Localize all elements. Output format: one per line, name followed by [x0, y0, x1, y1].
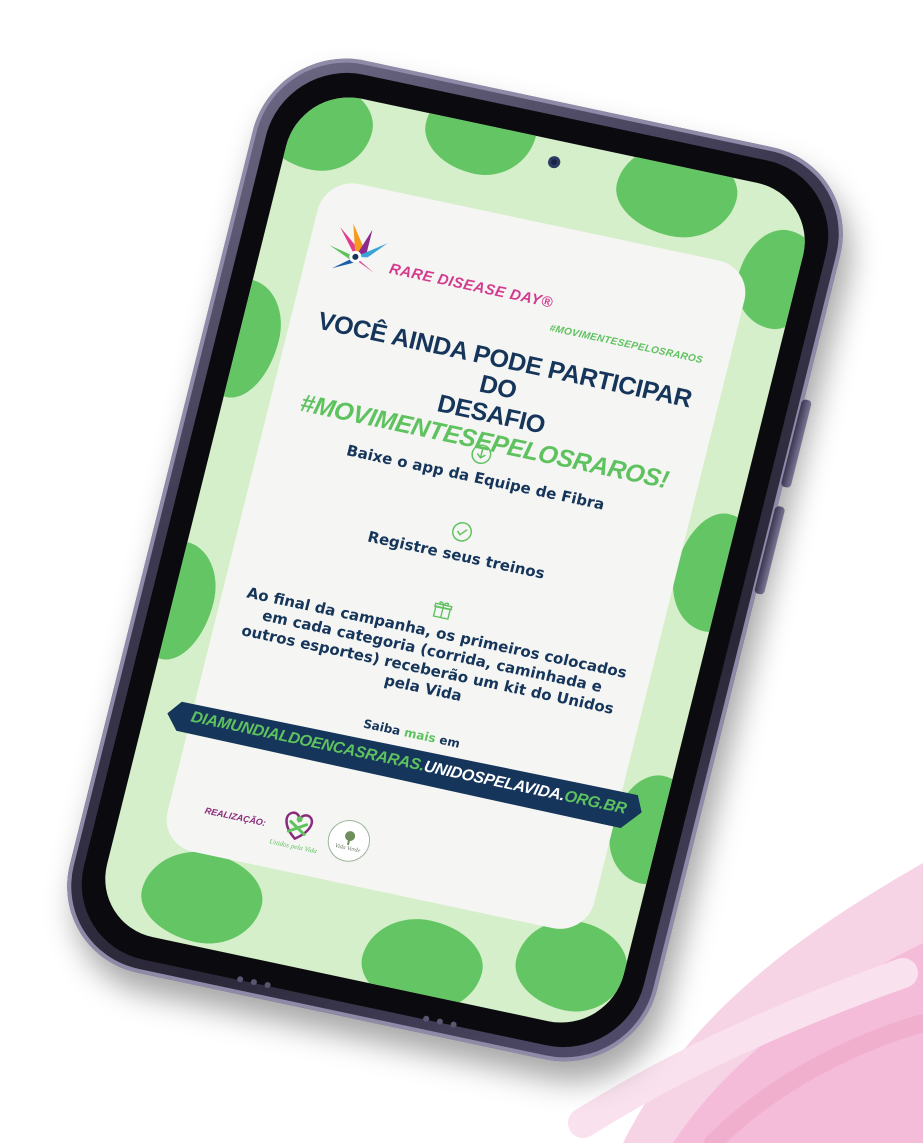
unidos-pela-vida-logo: Unidos pela Vida: [268, 805, 326, 855]
rare-disease-day-logo: RARE DISEASE DAY®: [321, 218, 562, 319]
realizacao-label: REALIZAÇÃO:: [203, 805, 267, 829]
learn-more-highlight: mais: [402, 725, 438, 746]
check-circle-icon: [452, 522, 472, 542]
download-icon: [471, 444, 492, 465]
gift-icon: [432, 601, 453, 620]
learn-more-prefix: Saiba: [361, 716, 407, 739]
sponsors-footer: REALIZAÇÃO: Unidos pela Vida Vida Verde: [200, 790, 376, 866]
logo-text: RARE DISEASE DAY®: [387, 259, 555, 312]
vida-verde-logo: Vida Verde: [323, 816, 376, 866]
learn-more-suffix: em: [433, 731, 462, 751]
step-text: Ao final da campanha, os primeiros coloc…: [239, 583, 629, 718]
partner2-name: Vida Verde: [334, 843, 361, 855]
hands-logo-icon: [329, 223, 388, 274]
front-camera: [546, 155, 562, 170]
